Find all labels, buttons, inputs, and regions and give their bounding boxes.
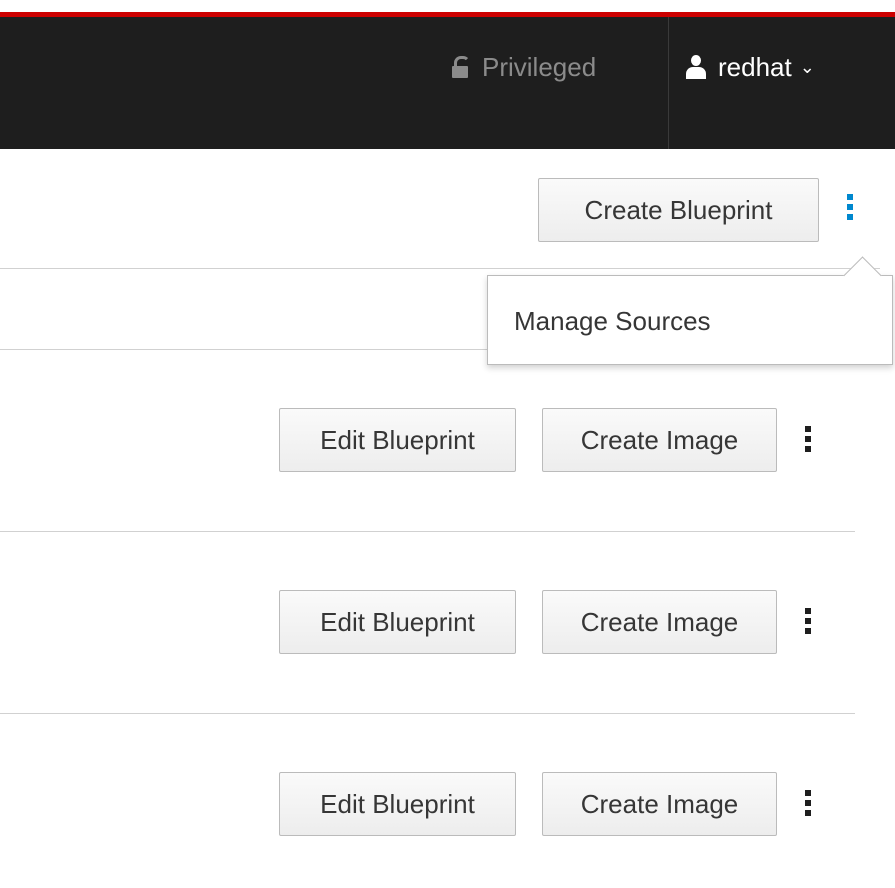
create-image-button[interactable]: Create Image [542,408,777,472]
toolbar-kebab-icon[interactable] [846,194,854,220]
user-menu-button[interactable]: redhat ⌄ [686,50,815,84]
edit-blueprint-button[interactable]: Edit Blueprint [279,590,516,654]
create-blueprint-button[interactable]: Create Blueprint [538,178,819,242]
unlock-icon [452,56,470,78]
privileged-indicator[interactable]: Privileged [452,50,596,84]
row-divider [0,531,855,532]
create-image-button[interactable]: Create Image [542,772,777,836]
row-divider [0,713,855,714]
user-icon [686,55,706,79]
row-kebab-icon[interactable] [804,790,812,816]
toolbar-divider [0,268,880,269]
edit-blueprint-button[interactable]: Edit Blueprint [279,772,516,836]
masthead-divider [668,17,669,149]
menu-item-manage-sources[interactable]: Manage Sources [514,306,711,337]
privileged-label: Privileged [482,51,597,82]
dropdown-caret [843,256,882,295]
create-image-button[interactable]: Create Image [542,590,777,654]
row-kebab-icon[interactable] [804,426,812,452]
edit-blueprint-button[interactable]: Edit Blueprint [279,408,516,472]
user-name: redhat [718,51,792,82]
row-kebab-icon[interactable] [804,608,812,634]
chevron-down-icon: ⌄ [799,56,815,77]
toolbar-dropdown-menu: Manage Sources [487,256,893,365]
